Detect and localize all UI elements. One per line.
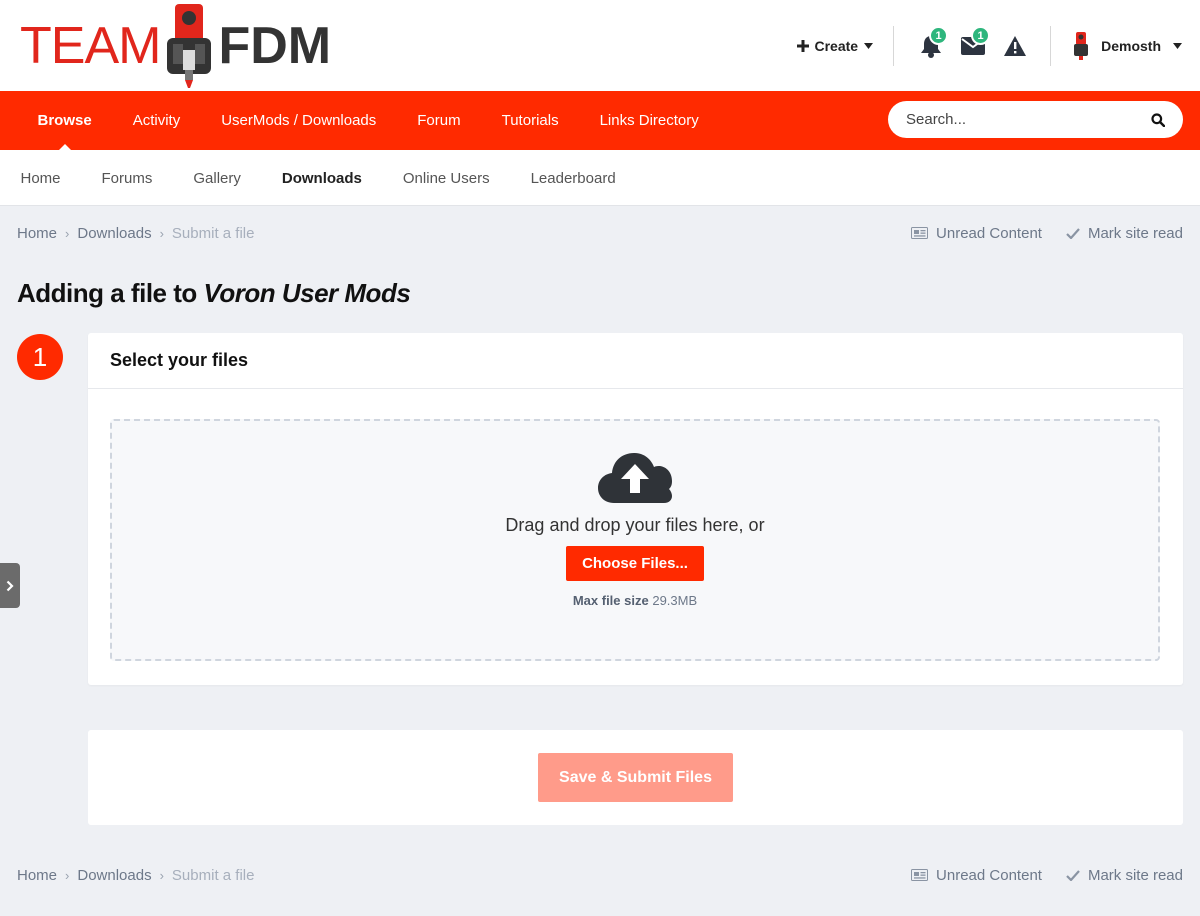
user-menu-button[interactable]: Demosth (1051, 32, 1182, 60)
newspaper-icon (911, 869, 929, 881)
chevron-right-icon (6, 580, 14, 591)
primary-nav: Browse Activity UserMods / Downloads For… (0, 91, 1200, 150)
create-menu-button[interactable]: Create (796, 38, 894, 54)
subnav-item-online-users[interactable]: Online Users (382, 170, 510, 187)
sidebar-toggle[interactable] (0, 563, 20, 608)
unread-content-label: Unread Content (936, 224, 1042, 242)
nav-item-links-directory[interactable]: Links Directory (579, 91, 719, 150)
create-label: Create (814, 38, 859, 54)
logo-team-text: TEAM (20, 17, 161, 75)
breadcrumb-actions: Unread Content Mark site read (911, 867, 1183, 884)
breadcrumb-footer: Home › Downloads › Submit a file Unread … (17, 865, 1183, 885)
site-logo[interactable]: TEAM FDM (20, 4, 331, 88)
mark-site-read-label: Mark site read (1087, 866, 1183, 884)
cloud-upload-icon (598, 453, 672, 503)
chevron-right-icon: › (159, 867, 164, 883)
subnav-item-home[interactable]: Home (0, 170, 81, 187)
unread-content-label: Unread Content (936, 866, 1042, 884)
page-title-category: Voron User Mods (203, 278, 411, 308)
chevron-right-icon: › (65, 867, 70, 883)
breadcrumb-trail: Home › Downloads › Submit a file (17, 867, 254, 884)
printer-head-logo-icon (167, 4, 212, 88)
unread-content-link[interactable]: Unread Content (911, 867, 1042, 884)
file-dropzone[interactable]: Drag and drop your files here, or Choose… (110, 419, 1160, 661)
breadcrumb-home[interactable]: Home (17, 225, 57, 242)
page-title: Adding a file to Voron User Mods (17, 278, 411, 309)
mark-site-read-link[interactable]: Mark site read (1066, 225, 1183, 242)
dropzone-text: Drag and drop your files here, or (505, 515, 765, 535)
nav-item-activity[interactable]: Activity (112, 91, 201, 150)
max-file-size-label: Max file size (572, 593, 649, 608)
save-submit-button[interactable]: Save & Submit Files (538, 753, 733, 802)
breadcrumb-downloads[interactable]: Downloads (77, 867, 151, 884)
mark-site-read-label: Mark site read (1087, 224, 1183, 242)
nav-item-usermods-downloads[interactable]: UserMods / Downloads (201, 91, 397, 150)
nav-item-browse[interactable]: Browse (17, 91, 112, 150)
newspaper-icon (911, 227, 929, 239)
user-bar: Create 1 1 Demosth (796, 20, 1182, 72)
chevron-right-icon: › (159, 225, 164, 241)
max-file-size-value: 29.3MB (652, 593, 698, 608)
logo-fdm-text: FDM (218, 17, 332, 75)
avatar (1074, 32, 1089, 60)
unread-content-link[interactable]: Unread Content (911, 225, 1042, 242)
breadcrumb-current: Submit a file (171, 866, 255, 884)
select-files-panel: Select your files Drag and drop your fil… (88, 333, 1183, 685)
submit-panel: Save & Submit Files (88, 730, 1183, 825)
subnav-item-leaderboard[interactable]: Leaderboard (510, 170, 636, 187)
page-title-prefix: Adding a file to (17, 278, 204, 308)
panel-title: Select your files (88, 333, 1183, 389)
chevron-right-icon: › (65, 225, 70, 241)
breadcrumb-trail: Home › Downloads › Submit a file (17, 225, 254, 242)
plus-icon (796, 40, 809, 52)
nav-item-tutorials[interactable]: Tutorials (481, 91, 579, 150)
max-file-size: Max file size 29.3MB (573, 593, 697, 608)
secondary-nav: Home Forums Gallery Downloads Online Use… (0, 150, 1200, 206)
choose-files-button[interactable]: Choose Files... (566, 546, 704, 581)
reports-button[interactable] (994, 26, 1036, 66)
step-number: 1 (17, 334, 63, 380)
messages-button[interactable]: 1 (952, 26, 994, 66)
breadcrumb-actions: Unread Content Mark site read (911, 225, 1183, 242)
breadcrumb: Home › Downloads › Submit a file Unread … (17, 223, 1183, 243)
notifications-badge: 1 (929, 26, 949, 45)
warning-icon (1004, 36, 1027, 56)
caret-down-icon (864, 43, 874, 49)
username: Demosth (1101, 38, 1161, 54)
site-header: TEAM FDM Create 1 1 Demosth (0, 0, 1200, 91)
subnav-item-forums[interactable]: Forums (81, 170, 173, 187)
caret-down-icon (1173, 43, 1182, 49)
nav-item-forum[interactable]: Forum (397, 91, 481, 150)
breadcrumb-home[interactable]: Home (17, 867, 57, 884)
check-icon (1066, 869, 1080, 881)
check-icon (1066, 227, 1080, 239)
notifications-button[interactable]: 1 (910, 26, 952, 66)
mark-site-read-link[interactable]: Mark site read (1066, 867, 1183, 884)
subnav-item-gallery[interactable]: Gallery (173, 170, 262, 187)
breadcrumb-current: Submit a file (171, 224, 255, 242)
subnav-item-downloads[interactable]: Downloads (261, 170, 382, 187)
search-icon[interactable] (1151, 112, 1165, 127)
search-box (888, 101, 1183, 138)
search-input[interactable] (906, 111, 1151, 128)
notification-icons: 1 1 (894, 26, 1050, 66)
breadcrumb-downloads[interactable]: Downloads (77, 225, 151, 242)
messages-badge: 1 (971, 26, 991, 45)
